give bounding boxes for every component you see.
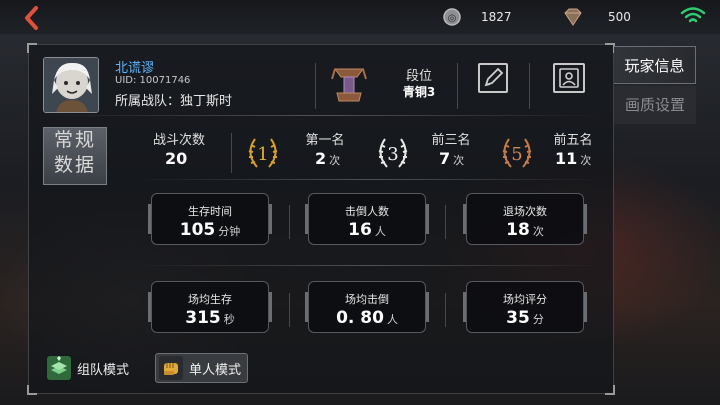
bronze-rank-icon <box>331 68 367 102</box>
back-button[interactable] <box>20 5 46 31</box>
back-arrow-icon <box>25 6 38 30</box>
player-card-button[interactable] <box>553 63 585 93</box>
divider <box>445 205 446 239</box>
top3-value: 7次 <box>439 149 465 168</box>
stat-label: 击倒人数 <box>345 205 389 218</box>
divider <box>529 63 530 109</box>
avatar-portrait-icon <box>44 58 98 112</box>
stat-label: 场均击倒 <box>345 293 389 306</box>
team-mode-button[interactable]: 组队模式 <box>44 353 135 383</box>
pencil-icon <box>484 67 504 87</box>
svg-text:◎: ◎ <box>448 13 457 24</box>
medal-number: 3 <box>387 144 398 165</box>
gold-counter: ◎ 1827 <box>437 6 567 28</box>
first-place-value: 2次 <box>315 149 341 168</box>
tab-player-info-label: 玩家信息 <box>624 57 685 75</box>
top5-label: 前五名 <box>553 133 593 148</box>
player-uid: UID: 10071746 <box>115 75 191 86</box>
stat-box-avg-score: 场均评分 35 分 <box>463 281 587 333</box>
gold-coin-icon: ◎ <box>443 8 461 26</box>
divider <box>289 205 290 239</box>
top5-value: 11 次 <box>555 149 592 168</box>
team-label: 所属战队： <box>115 94 181 109</box>
avatar[interactable] <box>43 57 99 113</box>
divider <box>457 63 458 109</box>
tab-graphics-settings-label: 画质设置 <box>624 96 685 114</box>
stat-value: 105 分钟 <box>179 220 241 240</box>
tab-player-info[interactable]: 玩家信息 <box>614 46 696 84</box>
separator <box>135 179 605 180</box>
player-name: 北谎谬 <box>115 61 155 76</box>
first-place-label: 第一名 <box>305 133 345 148</box>
separator <box>135 265 605 266</box>
gold-medal-icon: 1 <box>248 138 278 168</box>
player-team: 所属战队：独丁斯时 <box>115 90 232 109</box>
top-bar: ◎ 1827 500 <box>0 0 720 34</box>
gold-value: 1827 <box>481 10 512 24</box>
battles-value: 20 <box>165 149 188 168</box>
stat-value: 0. 80 人 <box>336 308 398 328</box>
divider <box>445 293 446 327</box>
stat-label: 退场次数 <box>503 205 547 218</box>
diamond-counter: 500 <box>560 6 670 28</box>
team-name: 独丁斯时 <box>180 94 233 109</box>
stat-box-knockdowns: 击倒人数 16 人 <box>305 193 429 245</box>
divider <box>231 133 232 173</box>
stat-value: 18 次 <box>506 220 544 240</box>
id-card-icon <box>559 68 579 88</box>
stat-value: 315 秒 <box>185 308 235 328</box>
battles-label: 战斗次数 <box>152 133 205 148</box>
stat-box-survival-time: 生存时间 105 分钟 <box>148 193 272 245</box>
diamond-value: 500 <box>608 10 631 24</box>
divider <box>315 63 316 109</box>
solo-mode-button[interactable]: 单人模式 <box>155 353 249 383</box>
divider <box>289 293 290 327</box>
edit-profile-button[interactable] <box>478 63 508 93</box>
stat-label: 场均评分 <box>503 293 547 306</box>
tag-line-2: 数据 <box>53 154 96 176</box>
solo-mode-label: 单人模式 <box>189 362 242 378</box>
medal-number: 5 <box>511 144 522 165</box>
silver-medal-icon: 3 <box>378 138 408 168</box>
medal-number: 1 <box>257 144 268 165</box>
rank-label: 段位 <box>405 69 432 84</box>
stat-box-exits: 退场次数 18 次 <box>463 193 587 245</box>
stat-value: 16 人 <box>348 220 386 240</box>
team-mode-label: 组队模式 <box>77 362 130 378</box>
wifi-icon <box>680 7 706 23</box>
tab-graphics-settings[interactable]: 画质设置 <box>614 86 696 124</box>
diamond-icon <box>564 8 582 26</box>
tag-line-1: 常规 <box>53 129 96 151</box>
stat-label: 生存时间 <box>188 205 232 218</box>
team-mode-icon <box>47 356 71 380</box>
stat-box-avg-knockdowns: 场均击倒 0. 80 人 <box>305 281 429 333</box>
stat-box-avg-survival: 场均生存 315 秒 <box>148 281 272 333</box>
fist-icon <box>159 356 183 380</box>
regular-data-tag: 常规 数据 <box>43 127 107 185</box>
top3-label: 前三名 <box>431 133 471 148</box>
separator <box>39 115 605 116</box>
stat-value: 35 分 <box>506 308 544 328</box>
player-stats-panel: 北谎谬 UID: 10071746 所属战队：独丁斯时 段位 青铜3 常规 数据… <box>27 43 615 395</box>
rank-value: 青铜3 <box>402 85 436 99</box>
stat-label: 场均生存 <box>188 293 232 306</box>
bronze-medal-icon: 5 <box>502 138 532 168</box>
